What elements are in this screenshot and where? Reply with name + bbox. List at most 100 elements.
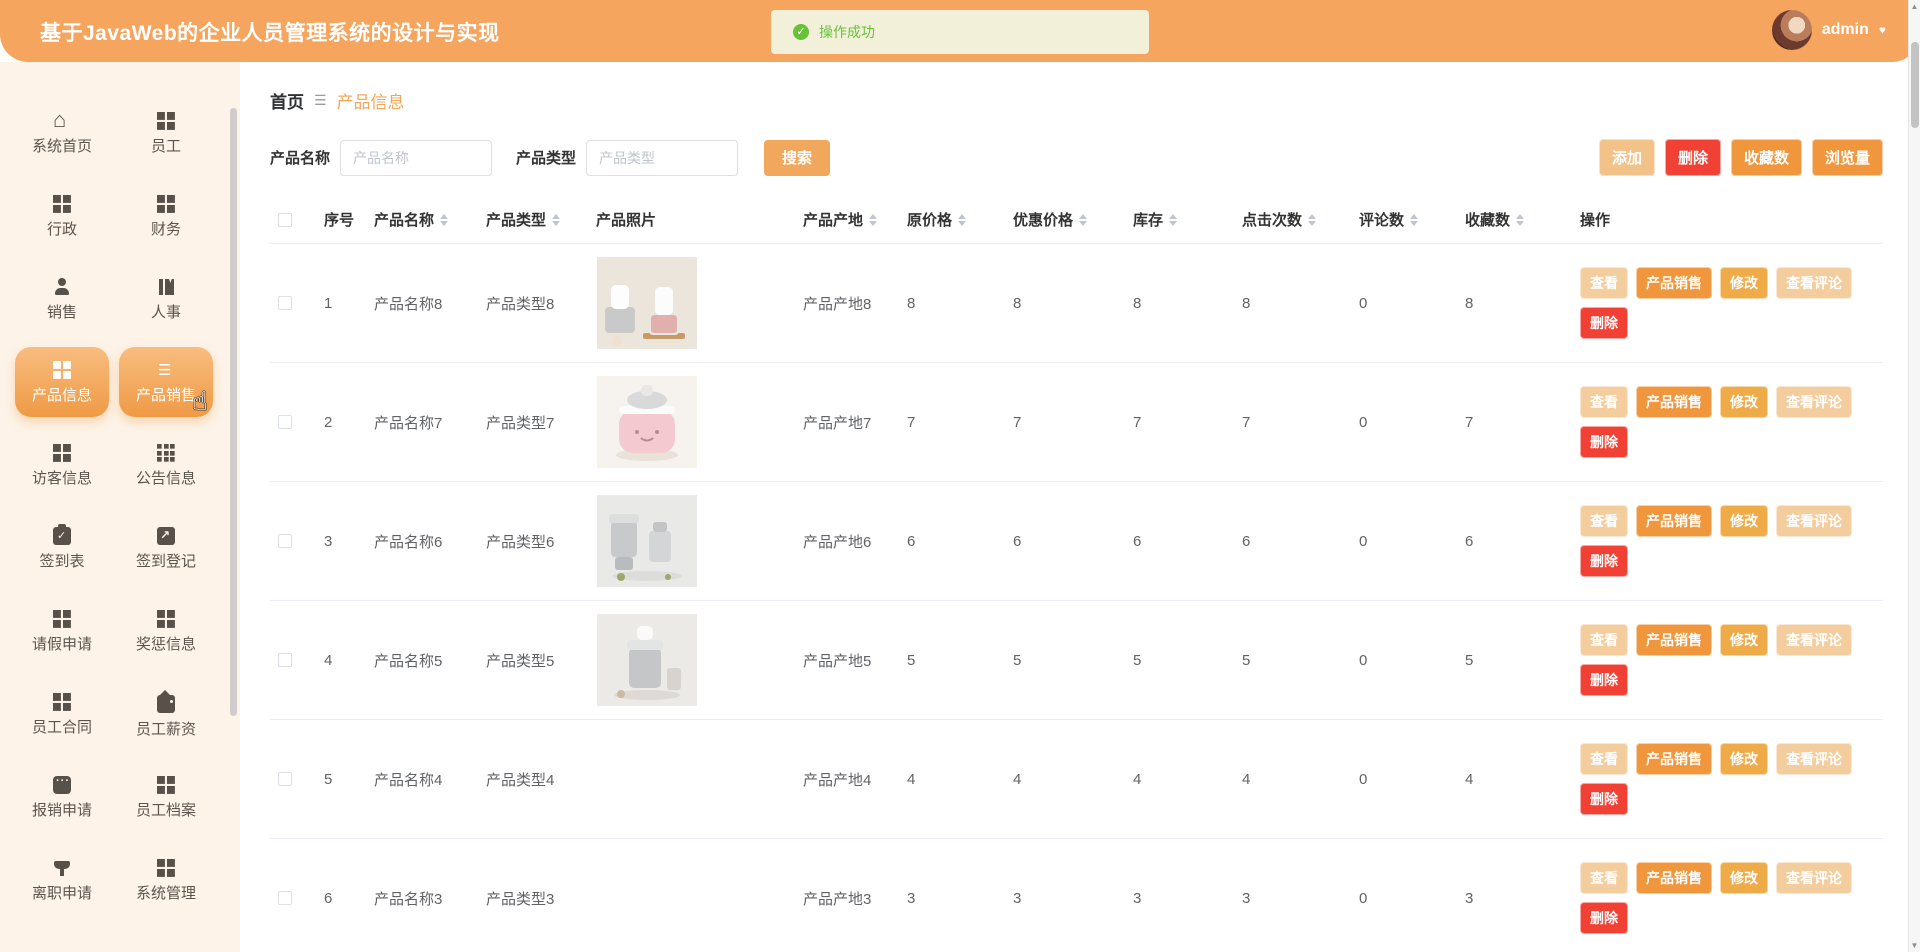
sidebar-item-contracts[interactable]: 员工合同 (15, 673, 109, 755)
cell-origin: 产品产地8 (803, 295, 872, 313)
comments-button[interactable]: 查看评论 (1776, 505, 1852, 537)
sidebar-item-administration[interactable]: 行政 (15, 175, 109, 257)
column-header[interactable]: 优惠价格 (1013, 209, 1133, 230)
sidebar-item-rewards[interactable]: 奖惩信息 (119, 590, 213, 672)
sidebar-scrollbar[interactable] (230, 108, 237, 716)
view-button[interactable]: 查看 (1580, 862, 1628, 894)
sidebar-item-resignation[interactable]: 离职申请 (15, 839, 109, 921)
row-checkbox[interactable] (278, 534, 292, 548)
product-type-input[interactable] (586, 139, 739, 176)
column-header[interactable]: 产品产地 (803, 209, 907, 230)
row-checkbox[interactable] (278, 296, 292, 310)
comments-button[interactable]: 查看评论 (1776, 862, 1852, 894)
row-checkbox[interactable] (278, 415, 292, 429)
edit-button[interactable]: 修改 (1720, 862, 1768, 894)
sort-icon[interactable] (1308, 213, 1317, 226)
product-photo[interactable] (596, 614, 698, 706)
comments-button[interactable]: 查看评论 (1776, 386, 1852, 418)
column-header[interactable]: 原价格 (907, 209, 1013, 230)
page-scrollbar[interactable]: ▲ ▼ (1908, 0, 1920, 952)
avatar[interactable] (1771, 10, 1812, 50)
sidebar-item-finance[interactable]: 财务 (119, 175, 213, 257)
delete-button[interactable]: 删除 (1664, 139, 1721, 176)
delete-button[interactable]: 删除 (1580, 545, 1628, 577)
success-toast: ✓ 操作成功 (771, 10, 1149, 54)
scroll-up-icon[interactable]: ▲ (1909, 2, 1920, 11)
product-photo[interactable] (596, 495, 698, 587)
view-button[interactable]: 查看 (1580, 386, 1628, 418)
comments-button[interactable]: 查看评论 (1776, 624, 1852, 656)
edit-button[interactable]: 修改 (1720, 624, 1768, 656)
sidebar-item-signin-sheet[interactable]: 签到表 (15, 507, 109, 589)
select-all-checkbox[interactable] (278, 212, 292, 227)
sort-icon[interactable] (1169, 213, 1178, 226)
view-button[interactable]: 查看 (1580, 624, 1628, 656)
delete-button[interactable]: 删除 (1580, 902, 1628, 934)
sidebar-item-reimbursement[interactable]: 报销申请 (15, 756, 109, 838)
sidebar-item-employee-files[interactable]: 员工档案 (119, 756, 213, 838)
column-header[interactable]: 收藏数 (1465, 209, 1580, 230)
sales-button[interactable]: 产品销售 (1636, 267, 1712, 299)
sidebar-item-visitor-info[interactable]: 访客信息 (15, 424, 109, 506)
sort-icon[interactable] (552, 213, 561, 226)
row-checkbox[interactable] (278, 891, 292, 905)
sales-button[interactable]: 产品销售 (1636, 624, 1712, 656)
sidebar-item-sales[interactable]: 销售 (15, 258, 109, 340)
product-photo[interactable] (596, 257, 698, 349)
view-button[interactable]: 查看 (1580, 505, 1628, 537)
edit-button[interactable]: 修改 (1720, 743, 1768, 775)
sidebar-item-system-admin[interactable]: 系统管理 (119, 839, 213, 921)
sort-icon[interactable] (440, 213, 449, 226)
add-button[interactable]: 添加 (1598, 139, 1655, 176)
edit-button[interactable]: 修改 (1720, 505, 1768, 537)
column-header[interactable]: 评论数 (1359, 209, 1465, 230)
comments-button[interactable]: 查看评论 (1776, 267, 1852, 299)
row-checkbox[interactable] (278, 772, 292, 786)
product-name-input[interactable] (340, 139, 493, 176)
scrollbar-thumb[interactable] (1911, 42, 1919, 128)
delete-button[interactable]: 删除 (1580, 307, 1628, 339)
breadcrumb-home[interactable]: 首页 (270, 88, 304, 113)
sidebar-item-signin-register[interactable]: 签到登记 (119, 507, 213, 589)
sort-icon[interactable] (958, 213, 967, 226)
cell-product-type: 产品类型5 (486, 652, 555, 670)
delete-button[interactable]: 删除 (1580, 664, 1628, 696)
cell-product-type: 产品类型7 (486, 414, 555, 432)
sidebar-item-product-info[interactable]: 产品信息 (15, 347, 109, 417)
sort-icon[interactable] (1079, 213, 1088, 226)
sidebar-item-product-sales[interactable]: 产品销售 (119, 347, 213, 417)
comments-button[interactable]: 查看评论 (1776, 743, 1852, 775)
row-checkbox[interactable] (278, 653, 292, 667)
search-button[interactable]: 搜索 (764, 139, 831, 176)
view-button[interactable]: 查看 (1580, 743, 1628, 775)
views-count-button[interactable]: 浏览量 (1811, 139, 1883, 176)
sidebar-item-announcements[interactable]: 公告信息 (119, 424, 213, 506)
edit-button[interactable]: 修改 (1720, 267, 1768, 299)
sidebar-item-salary[interactable]: 员工薪资 (119, 673, 213, 755)
sales-button[interactable]: 产品销售 (1636, 862, 1712, 894)
sidebar-item-staff[interactable]: 员工 (119, 92, 213, 174)
sidebar-item-hr[interactable]: 人事 (119, 258, 213, 340)
column-header[interactable]: 库存 (1133, 209, 1242, 230)
view-button[interactable]: 查看 (1580, 267, 1628, 299)
sales-button[interactable]: 产品销售 (1636, 505, 1712, 537)
cell-comments: 0 (1359, 651, 1368, 669)
delete-button[interactable]: 删除 (1580, 783, 1628, 815)
favorites-count-button[interactable]: 收藏数 (1730, 139, 1802, 176)
cell-comments: 0 (1359, 413, 1368, 431)
delete-button[interactable]: 删除 (1580, 426, 1628, 458)
user-menu[interactable]: admin ♥ (1771, 10, 1886, 50)
sales-button[interactable]: 产品销售 (1636, 743, 1712, 775)
scroll-down-icon[interactable]: ▼ (1909, 941, 1920, 950)
column-header[interactable]: 产品类型 (486, 209, 596, 230)
sort-icon[interactable] (1410, 213, 1419, 226)
sort-icon[interactable] (869, 213, 878, 226)
product-photo[interactable] (596, 376, 698, 468)
edit-button[interactable]: 修改 (1720, 386, 1768, 418)
column-header[interactable]: 产品名称 (374, 209, 486, 230)
sales-button[interactable]: 产品销售 (1636, 386, 1712, 418)
column-header[interactable]: 点击次数 (1242, 209, 1359, 230)
sidebar-item-home[interactable]: 系统首页 (15, 92, 109, 174)
sidebar-item-leave-request[interactable]: 请假申请 (15, 590, 109, 672)
sort-icon[interactable] (1516, 213, 1525, 226)
